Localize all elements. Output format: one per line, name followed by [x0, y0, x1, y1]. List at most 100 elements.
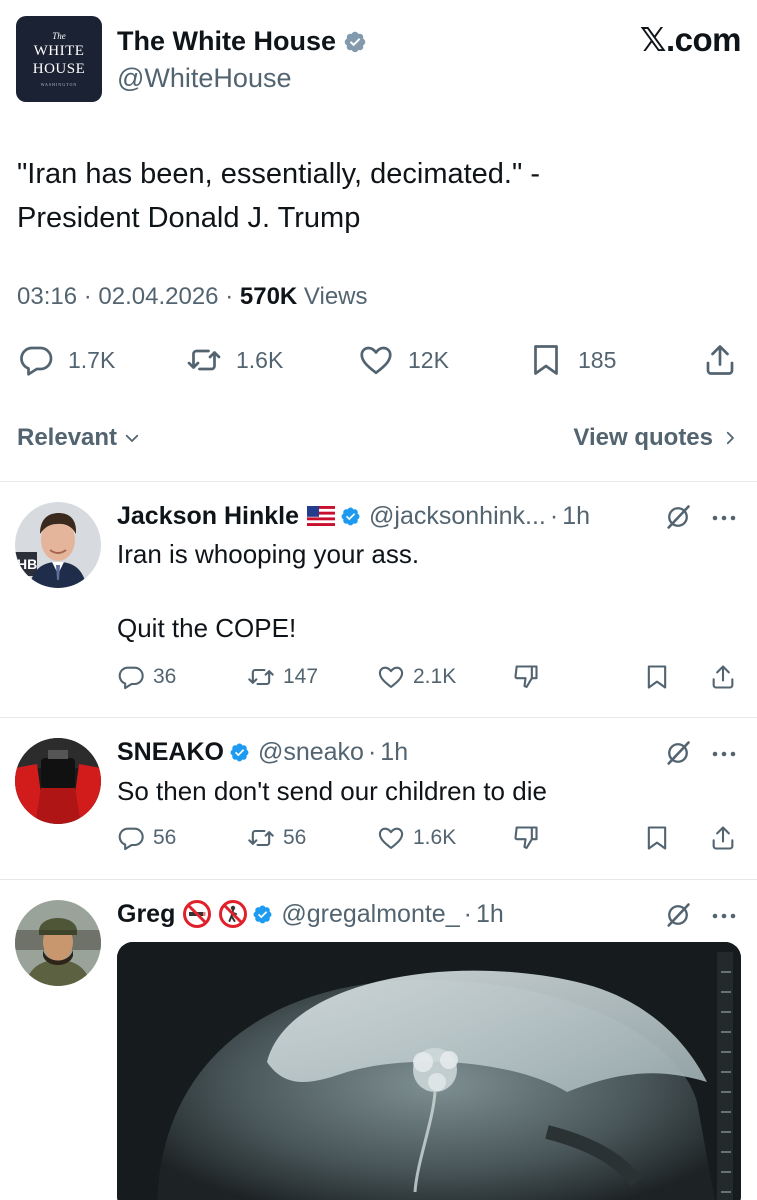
bookmark-button[interactable]: 185: [528, 342, 616, 378]
like-button[interactable]: 2.1K: [377, 663, 456, 691]
reply-actions: 56 56 1.6K: [117, 824, 742, 854]
bookmark-icon: [534, 345, 558, 375]
avatar[interactable]: HB: [15, 502, 101, 588]
share-icon: [712, 665, 734, 689]
chevron-right-icon: [726, 431, 734, 445]
reply-author-name[interactable]: SNEAKO: [117, 738, 224, 767]
sort-relevant-dropdown[interactable]: Relevant: [17, 424, 141, 452]
repost-icon: [187, 349, 221, 371]
view-quotes-link[interactable]: View quotes: [573, 424, 739, 452]
brand-watermark: 𝕏.com: [639, 20, 742, 59]
grok-icon[interactable]: [664, 901, 692, 929]
reply-icon: [20, 346, 53, 376]
logo-line-4: WASHINGTON: [40, 82, 78, 87]
avatar-image: HB: [15, 502, 101, 588]
reply-time[interactable]: 1h: [476, 900, 504, 929]
meta-separator: ·: [225, 283, 234, 310]
logo-line-3: HOUSE: [32, 61, 86, 77]
more-icon[interactable]: [710, 911, 738, 921]
reply-time[interactable]: 1h: [562, 502, 590, 531]
verified-badge-icon: [253, 905, 272, 923]
no-pedestrians-icon: [219, 900, 248, 928]
author-handle[interactable]: @WhiteHouse: [117, 63, 291, 94]
reply-header: Jackson Hinkle @jacksonhink... · 1h: [117, 501, 590, 531]
tweet-time[interactable]: 03:16: [17, 283, 77, 310]
like-icon: [378, 666, 404, 688]
reply-media-image[interactable]: [117, 942, 741, 1200]
tweet-header: The WHITE HOUSE WASHINGTON The White Hou…: [16, 16, 742, 104]
repost-count: 1.6K: [236, 346, 284, 373]
reply-sneako[interactable]: SNEAKO @sneako · 1h So then don't send o…: [0, 718, 757, 878]
white-house-avatar[interactable]: The WHITE HOUSE WASHINGTON: [16, 16, 102, 102]
share-button[interactable]: [709, 824, 737, 852]
bookmark-button[interactable]: [643, 663, 671, 691]
bookmark-icon: [647, 665, 667, 689]
reply-author-handle[interactable]: @sneako: [258, 738, 364, 767]
grok-icon[interactable]: [664, 739, 692, 767]
xray-head-image: [117, 942, 741, 1200]
sort-label: Relevant: [17, 424, 118, 451]
verified-badge-icon: [344, 31, 366, 52]
reply-icon: [118, 666, 144, 690]
reply-author-handle[interactable]: @gregalmonte_: [281, 900, 459, 929]
bookmark-count: 185: [578, 346, 617, 373]
us-flag-icon: [307, 506, 336, 526]
share-button[interactable]: [702, 342, 738, 378]
share-button[interactable]: [709, 663, 737, 691]
reply-button[interactable]: 36: [117, 663, 176, 691]
reply-icon: [118, 827, 144, 851]
grok-icon[interactable]: [664, 503, 692, 531]
reply-text: Iran is whooping your ass. Quit the COPE…: [117, 539, 420, 643]
avatar[interactable]: [15, 900, 101, 986]
share-icon: [706, 345, 734, 375]
reply-button[interactable]: 1.7K: [18, 342, 115, 378]
repost-button[interactable]: 1.6K: [186, 342, 283, 378]
dislike-button[interactable]: [512, 824, 540, 852]
avatar[interactable]: [15, 738, 101, 824]
chevron-down-icon: [125, 434, 139, 442]
verified-badge-icon: [230, 743, 249, 761]
reply-button[interactable]: 56: [117, 824, 176, 852]
views-count: 570K: [239, 283, 298, 310]
repost-icon: [248, 829, 274, 847]
reply-actions: 36 147 2.1K: [117, 663, 742, 693]
dislike-icon: [514, 665, 538, 688]
replies-sort-bar: Relevant View quotes: [17, 420, 739, 456]
reply-author-name[interactable]: Jackson Hinkle: [117, 502, 299, 531]
reply-count: 36: [153, 665, 177, 688]
more-icon[interactable]: [710, 749, 738, 759]
like-button[interactable]: 1.6K: [377, 824, 456, 852]
more-icon[interactable]: [710, 513, 738, 523]
avatar-image: [15, 738, 101, 824]
logo-line-1: The: [52, 31, 66, 41]
dislike-button[interactable]: [512, 663, 540, 691]
like-count: 12K: [408, 346, 449, 373]
like-button[interactable]: 12K: [358, 342, 449, 378]
svg-text:HB: HB: [17, 556, 37, 572]
bookmark-button[interactable]: [643, 824, 671, 852]
brand-text: 𝕏.com: [639, 21, 742, 58]
author-name[interactable]: The White House: [117, 26, 367, 57]
share-icon: [712, 826, 734, 850]
repost-count: 147: [283, 665, 319, 688]
reply-count: 56: [153, 826, 177, 849]
reply-header: Greg @gregalmonte_ · 1h: [117, 899, 504, 929]
author-name-text[interactable]: The White House: [117, 26, 336, 57]
reply-header: SNEAKO @sneako · 1h: [117, 737, 408, 767]
no-smoking-icon: [183, 900, 212, 928]
reply-author-handle[interactable]: @jacksonhink...: [369, 502, 546, 531]
reply-time[interactable]: 1h: [380, 738, 408, 767]
tweet-text: "Iran has been, essentially, decimated."…: [17, 158, 540, 234]
reply-count: 1.7K: [68, 346, 116, 373]
like-icon: [378, 827, 404, 849]
reply-jackson-hinkle[interactable]: HB Jackson Hinkle @jacksonhink... · 1h I…: [0, 482, 757, 718]
repost-button[interactable]: 56: [247, 824, 306, 852]
meta-separator: ·: [83, 283, 92, 310]
repost-button[interactable]: 147: [247, 663, 318, 691]
reply-author-name[interactable]: Greg: [117, 900, 175, 929]
tweet-date[interactable]: 02.04.2026: [98, 283, 218, 310]
separator-dot: ·: [549, 501, 559, 530]
repost-count: 56: [283, 826, 307, 849]
like-icon: [360, 346, 392, 375]
dislike-icon: [514, 826, 538, 849]
